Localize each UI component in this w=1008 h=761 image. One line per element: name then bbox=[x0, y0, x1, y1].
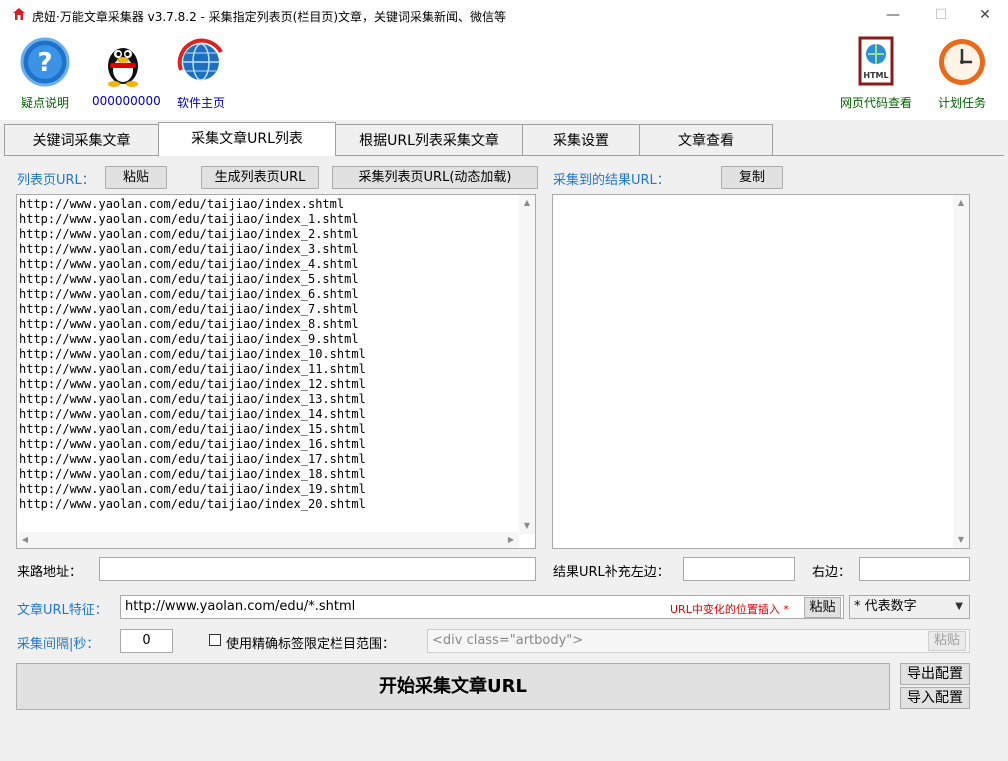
result-url-textarea[interactable]: ▲ ▼ bbox=[552, 194, 970, 549]
precise-tag-checkbox[interactable] bbox=[209, 634, 221, 646]
tab-collect-settings[interactable]: 采集设置 bbox=[522, 124, 640, 156]
feature-paste-button[interactable]: 粘贴 bbox=[804, 597, 841, 618]
article-url-feature-label: 文章URL特征： bbox=[17, 603, 108, 618]
scroll-up-arrow[interactable]: ▲ bbox=[519, 195, 535, 211]
result-left-pad-label: 结果URL补充左边： bbox=[553, 565, 670, 580]
home-label: 软件主页 bbox=[176, 96, 225, 110]
list-url-line: http://www.yaolan.com/edu/taijiao/index_… bbox=[19, 452, 366, 466]
html-icon-text: HTML bbox=[863, 71, 888, 80]
result-left-pad-input[interactable] bbox=[683, 557, 795, 581]
list-url-label: 列表页URL： bbox=[17, 173, 95, 188]
list-url-line: http://www.yaolan.com/edu/taijiao/index_… bbox=[19, 482, 366, 496]
result-right-pad-input[interactable] bbox=[859, 557, 970, 581]
scroll-down-arrow[interactable]: ▼ bbox=[519, 518, 535, 534]
close-button[interactable]: ✕ bbox=[962, 0, 1008, 30]
minimize-button[interactable]: — bbox=[870, 0, 916, 30]
list-url-line: http://www.yaolan.com/edu/taijiao/index_… bbox=[19, 332, 359, 346]
title-bar: 虎妞·万能文章采集器 v3.7.8.2 - 采集指定列表页(栏目页)文章，关键词… bbox=[0, 0, 1008, 30]
list-url-textarea[interactable]: http://www.yaolan.com/edu/taijiao/index.… bbox=[16, 194, 536, 549]
schedule-label: 计划任务 bbox=[937, 96, 986, 110]
export-config-button[interactable]: 导出配置 bbox=[900, 663, 970, 685]
interval-input[interactable]: 0 bbox=[120, 629, 173, 653]
tag-paste-button[interactable]: 粘贴 bbox=[928, 631, 966, 651]
qq-label: 000000000 bbox=[92, 94, 161, 108]
chevron-down-icon: ▼ bbox=[955, 601, 963, 612]
tab-collect-url-list[interactable]: 采集文章URL列表 bbox=[158, 122, 336, 156]
globe-icon bbox=[177, 38, 223, 81]
html-view-label: 网页代码查看 bbox=[839, 96, 912, 110]
scroll-up-arrow[interactable]: ▲ bbox=[953, 195, 969, 211]
toolbar: ? 疑点说明 000000000 软件主页 HTML 网页代码查看 计划任务 bbox=[0, 30, 1008, 120]
list-url-line: http://www.yaolan.com/edu/taijiao/index_… bbox=[19, 317, 359, 331]
home-tool[interactable]: 软件主页 bbox=[166, 36, 236, 111]
list-url-line: http://www.yaolan.com/edu/taijiao/index_… bbox=[19, 347, 366, 361]
app-house-icon bbox=[13, 8, 25, 20]
list-url-lines: http://www.yaolan.com/edu/taijiao/index.… bbox=[19, 197, 366, 512]
import-config-button[interactable]: 导入配置 bbox=[900, 687, 970, 709]
qq-penguin-icon bbox=[108, 48, 138, 87]
scroll-down-arrow[interactable]: ▼ bbox=[953, 532, 969, 548]
window-title: 虎妞·万能文章采集器 v3.7.8.2 - 采集指定列表页(栏目页)文章，关键词… bbox=[32, 10, 507, 24]
list-url-line: http://www.yaolan.com/edu/taijiao/index_… bbox=[19, 407, 366, 421]
wildcard-type-value: * 代表数字 bbox=[854, 599, 917, 614]
list-url-line: http://www.yaolan.com/edu/taijiao/index_… bbox=[19, 302, 359, 316]
tab-keyword-collect[interactable]: 关键词采集文章 bbox=[4, 124, 159, 156]
collect-list-url-button[interactable]: 采集列表页URL(动态加载) bbox=[332, 166, 538, 189]
list-url-line: http://www.yaolan.com/edu/taijiao/index_… bbox=[19, 287, 359, 301]
referer-label: 来路地址： bbox=[17, 565, 83, 580]
clock-icon bbox=[939, 39, 985, 85]
app-window: 虎妞·万能文章采集器 v3.7.8.2 - 采集指定列表页(栏目页)文章，关键词… bbox=[0, 0, 1008, 761]
list-url-line: http://www.yaolan.com/edu/taijiao/index_… bbox=[19, 212, 359, 226]
list-url-line: http://www.yaolan.com/edu/taijiao/index_… bbox=[19, 242, 359, 256]
html-view-tool[interactable]: HTML 网页代码查看 bbox=[836, 36, 916, 111]
list-url-line: http://www.yaolan.com/edu/taijiao/index_… bbox=[19, 227, 359, 241]
scroll-left-arrow[interactable]: ◀ bbox=[17, 532, 33, 548]
help-label: 疑点说明 bbox=[20, 96, 69, 110]
list-url-line: http://www.yaolan.com/edu/taijiao/index_… bbox=[19, 392, 366, 406]
qq-tool[interactable]: 000000000 bbox=[92, 36, 161, 108]
result-url-label: 采集到的结果URL： bbox=[553, 173, 670, 188]
list-vertical-scrollbar[interactable]: ▲ ▼ bbox=[519, 195, 535, 534]
list-url-line: http://www.yaolan.com/edu/taijiao/index.… bbox=[19, 197, 345, 211]
list-url-line: http://www.yaolan.com/edu/taijiao/index_… bbox=[19, 467, 366, 481]
schedule-tool[interactable]: 计划任务 bbox=[932, 36, 992, 111]
referer-input[interactable] bbox=[99, 557, 536, 581]
result-right-pad-label: 右边： bbox=[812, 565, 852, 580]
help-question-icon: ? bbox=[20, 37, 70, 87]
list-url-line: http://www.yaolan.com/edu/taijiao/index_… bbox=[19, 377, 366, 391]
generate-list-url-button[interactable]: 生成列表页URL bbox=[201, 166, 319, 189]
result-vertical-scrollbar[interactable]: ▲ ▼ bbox=[953, 195, 969, 548]
tab-collect-by-url-list[interactable]: 根据URL列表采集文章 bbox=[335, 124, 523, 156]
copy-button[interactable]: 复制 bbox=[721, 166, 783, 189]
tab-panel: 列表页URL： 粘贴 生成列表页URL 采集列表页URL(动态加载) 采集到的结… bbox=[4, 155, 1004, 761]
list-url-line: http://www.yaolan.com/edu/taijiao/index_… bbox=[19, 497, 366, 511]
list-paste-button[interactable]: 粘贴 bbox=[105, 166, 167, 189]
list-url-line: http://www.yaolan.com/edu/taijiao/index_… bbox=[19, 257, 359, 271]
wildcard-type-select[interactable]: * 代表数字 ▼ bbox=[849, 595, 970, 619]
svg-text:?: ? bbox=[37, 48, 52, 78]
help-tool[interactable]: ? 疑点说明 bbox=[14, 36, 76, 111]
scroll-right-arrow[interactable]: ▶ bbox=[503, 532, 519, 548]
precise-tag-input[interactable]: <div class="artbody"> bbox=[427, 629, 970, 653]
list-url-line: http://www.yaolan.com/edu/taijiao/index_… bbox=[19, 437, 366, 451]
html-document-icon: HTML bbox=[858, 36, 894, 86]
tab-article-view[interactable]: 文章查看 bbox=[639, 124, 773, 156]
list-horizontal-scrollbar[interactable]: ◀ ▶ bbox=[17, 532, 519, 548]
url-insert-note: URL中变化的位置插入 * bbox=[670, 603, 789, 616]
list-url-line: http://www.yaolan.com/edu/taijiao/index_… bbox=[19, 362, 366, 376]
article-url-feature-value: http://www.yaolan.com/edu/*.shtml bbox=[125, 599, 356, 614]
list-url-line: http://www.yaolan.com/edu/taijiao/index_… bbox=[19, 422, 366, 436]
start-collect-button[interactable]: 开始采集文章URL bbox=[16, 663, 890, 710]
interval-label: 采集间隔|秒： bbox=[17, 637, 100, 652]
maximize-button[interactable]: ☐ bbox=[918, 0, 964, 30]
list-url-line: http://www.yaolan.com/edu/taijiao/index_… bbox=[19, 272, 359, 286]
precise-tag-label: 使用精确标签限定栏目范围： bbox=[226, 637, 396, 652]
